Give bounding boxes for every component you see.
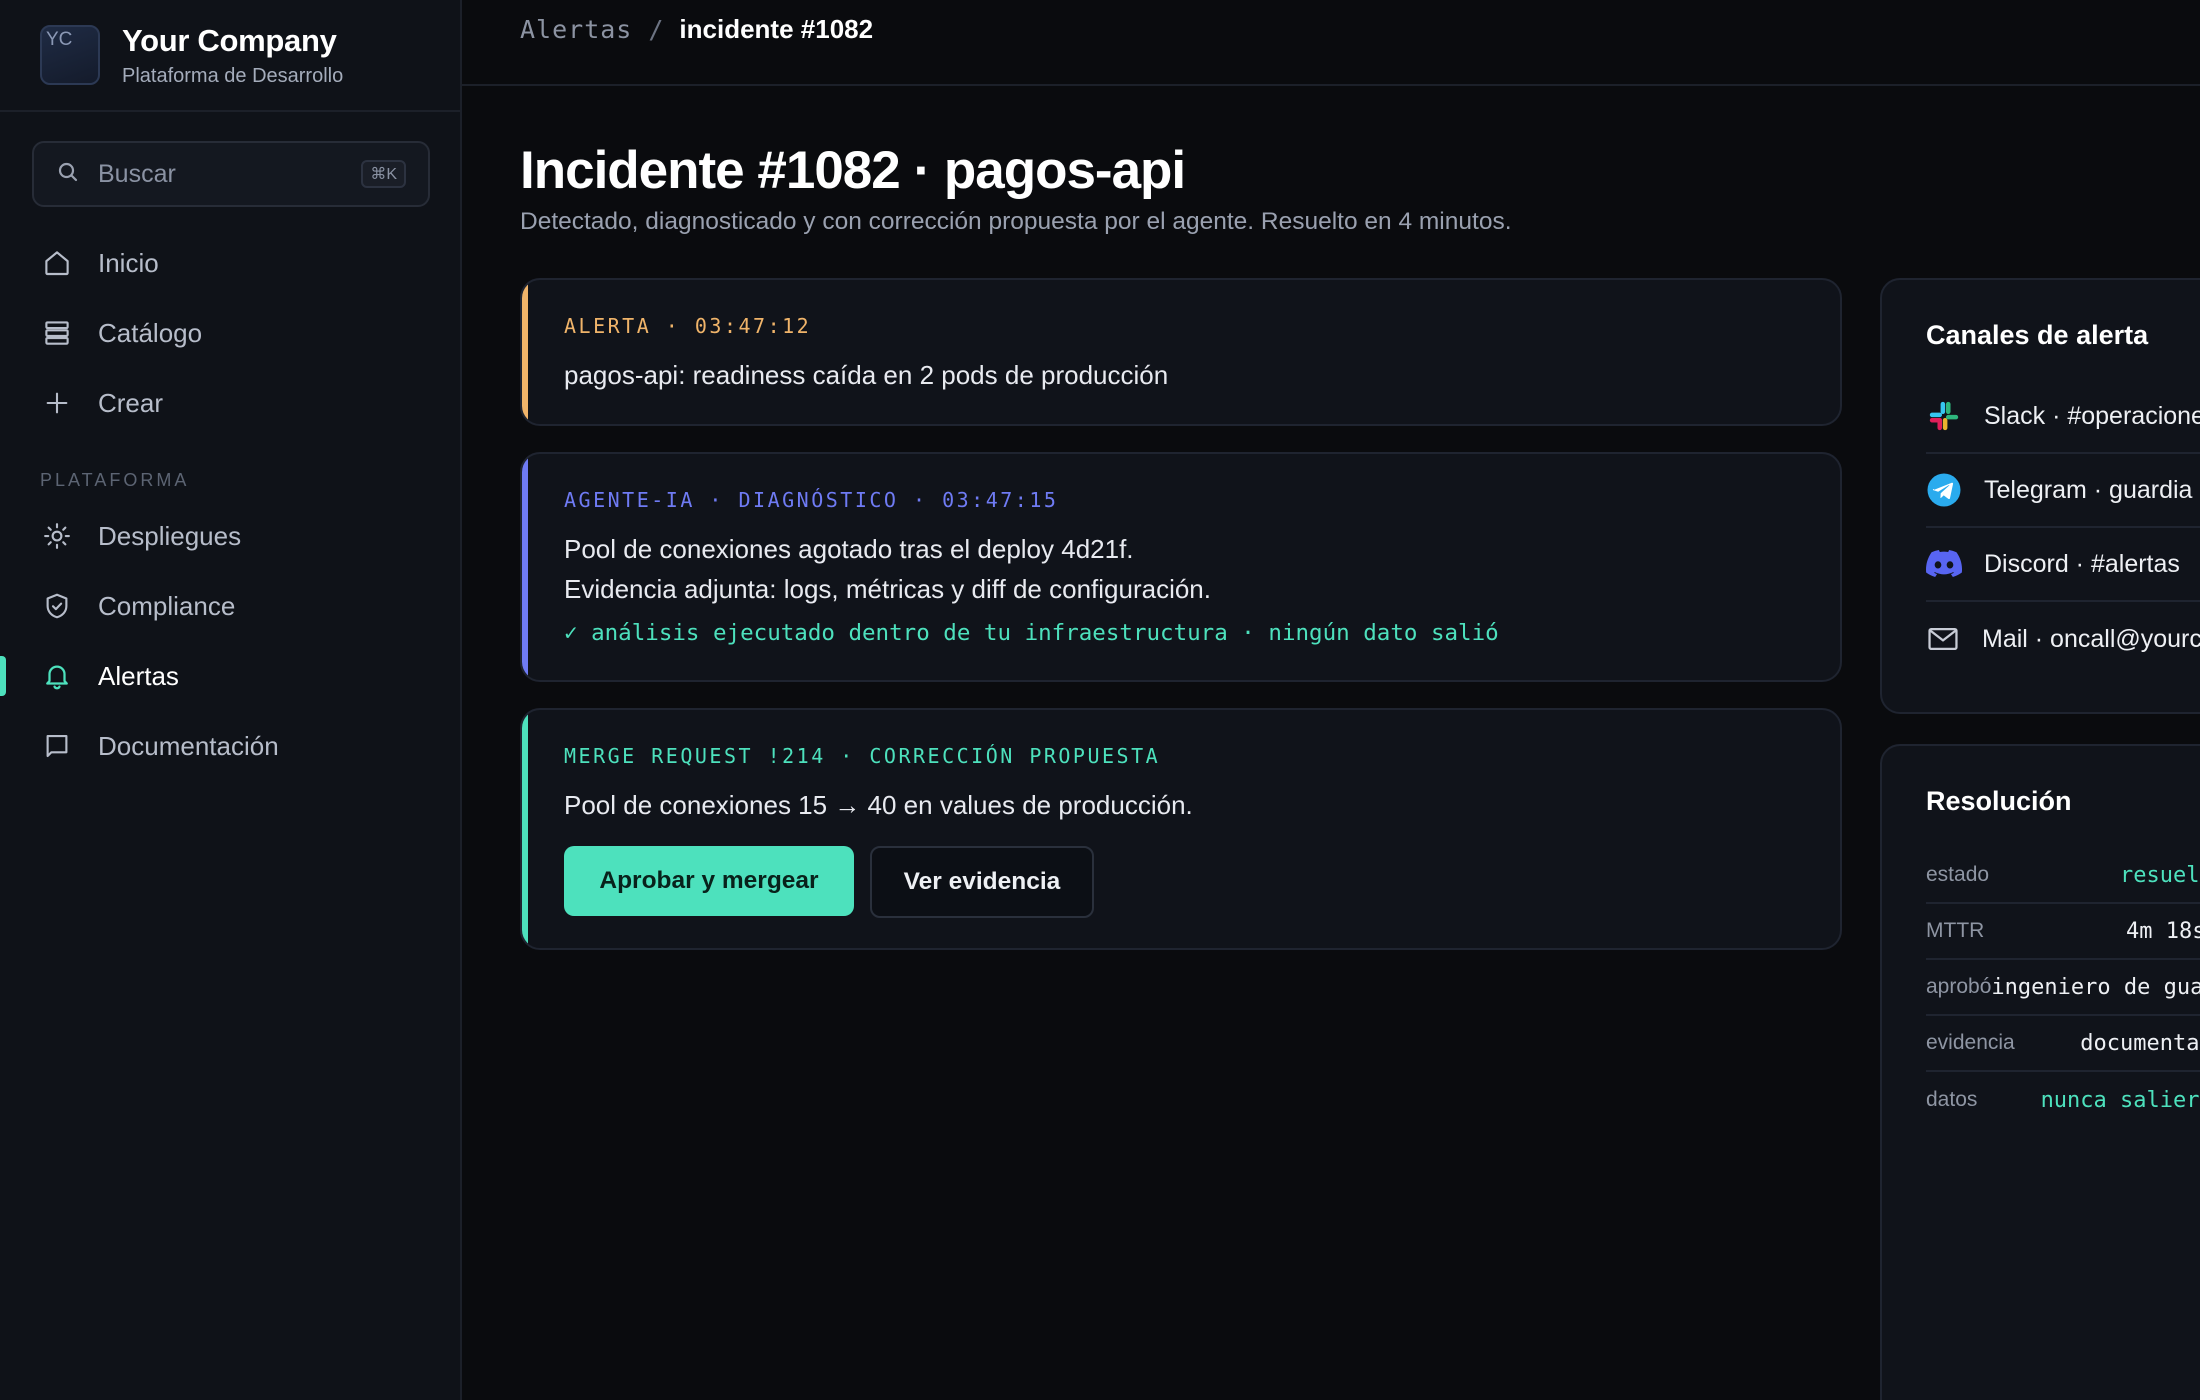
sidebar-item-documentacion[interactable]: Documentación	[0, 711, 460, 781]
channel-mail[interactable]: Mail · oncall@yourcompany	[1926, 602, 2200, 676]
slack-icon	[1926, 398, 1962, 434]
sidebar-item-label: Compliance	[98, 590, 236, 621]
resolution-value: documentada	[2080, 1030, 2200, 1056]
resolution-key: evidencia	[1926, 1031, 2015, 1054]
alert-kicker: ALERTA · 03:47:12	[564, 314, 812, 338]
alert-channels-title: Canales de alerta	[1926, 320, 2149, 350]
merge-description: Pool de conexiones 15 → 40 en values de …	[564, 790, 1193, 820]
resolution-row-estado: estado resuelto	[1926, 848, 2200, 904]
breadcrumb-parent-link[interactable]: Alertas	[520, 15, 632, 44]
breadcrumb-separator: /	[648, 14, 664, 44]
company-logo: YC	[40, 25, 100, 85]
breadcrumb-current: incidente #1082	[679, 13, 874, 44]
channel-label: Telegram · guardia	[1984, 475, 2193, 504]
search-shortcut-badge: ⌘K	[361, 160, 406, 188]
page-subtitle: Detectado, diagnosticado y con correcció…	[520, 208, 1512, 235]
resolution-value: resuelto	[2120, 862, 2200, 888]
view-evidence-button[interactable]: Ver evidencia	[870, 846, 1094, 918]
agent-kicker: AGENTE-IA · DIAGNÓSTICO · 03:47:15	[564, 488, 1059, 512]
page-title: Incidente #1082 · pagos-api	[520, 141, 1186, 200]
merge-request-card: MERGE REQUEST !214 · CORRECCIÓN PROPUEST…	[520, 708, 1842, 950]
agent-evidence-line: Evidencia adjunta: logs, métricas y diff…	[564, 574, 1211, 604]
search-input[interactable]: Buscar	[98, 160, 361, 189]
mail-icon	[1926, 621, 1960, 657]
resolution-row-aprobo: aprobó ingeniero de guardia	[1926, 960, 2200, 1016]
resolution-key: estado	[1926, 863, 1990, 886]
resolution-row-evidencia: evidencia documentada	[1926, 1016, 2200, 1072]
sidebar-item-label: Catálogo	[98, 317, 203, 348]
sidebar-item-compliance[interactable]: Compliance	[0, 571, 460, 641]
resolution-value: 4m 18s	[2126, 918, 2200, 944]
channel-slack[interactable]: Slack · #operaciones	[1926, 380, 2200, 454]
breadcrumb: Alertas / incidente #1082	[462, 0, 2200, 86]
resolution-row-mttr: MTTR 4m 18s	[1926, 904, 2200, 960]
sidebar-item-crear[interactable]: Crear	[0, 368, 460, 438]
resolution-panel: Resolución estado resuelto MTTR 4m 18s a…	[1880, 744, 2200, 1400]
agent-diagnosis-line: Pool de conexiones agotado tras el deplo…	[564, 534, 1134, 564]
sidebar-item-despliegues[interactable]: Despliegues	[0, 501, 460, 571]
bell-icon	[40, 659, 74, 693]
channel-label: Mail · oncall@yourcompany	[1982, 624, 2200, 653]
alert-channels-panel: Canales de alerta Slack · #operaciones T…	[1880, 278, 2200, 714]
channel-discord[interactable]: Discord · #alertas	[1926, 528, 2200, 602]
company-subtitle: Plataforma de Desarrollo	[122, 64, 344, 87]
search-box[interactable]: Buscar ⌘K	[32, 141, 430, 207]
sidebar-item-label: Crear	[98, 387, 164, 418]
approve-merge-button[interactable]: Aprobar y mergear	[564, 846, 854, 916]
catalog-icon	[40, 316, 74, 350]
nav-section-label: PLATAFORMA	[40, 470, 190, 490]
agent-diagnosis-card: AGENTE-IA · DIAGNÓSTICO · 03:47:15 Pool …	[520, 452, 1842, 682]
merge-kicker: MERGE REQUEST !214 · CORRECCIÓN PROPUEST…	[564, 744, 1161, 768]
book-icon	[40, 729, 74, 763]
sidebar-nav: Inicio Catálogo Crear PLATAFORMA Desplie…	[0, 228, 460, 781]
sidebar-item-inicio[interactable]: Inicio	[0, 228, 460, 298]
channel-label: Slack · #operaciones	[1984, 401, 2200, 430]
sidebar-item-catalogo[interactable]: Catálogo	[0, 298, 460, 368]
plus-icon	[40, 386, 74, 420]
telegram-icon	[1926, 472, 1962, 508]
shield-icon	[40, 589, 74, 623]
channel-label: Discord · #alertas	[1984, 549, 2180, 578]
resolution-title: Resolución	[1926, 786, 2072, 816]
search-icon	[56, 160, 80, 189]
resolution-value: nunca salieron	[2040, 1087, 2200, 1113]
sidebar-item-label: Inicio	[98, 247, 159, 278]
resolution-key: datos	[1926, 1088, 1978, 1111]
sidebar-item-label: Documentación	[98, 730, 279, 761]
resolution-key: aprobó	[1926, 975, 1992, 998]
home-icon	[40, 246, 74, 280]
agent-privacy-note: ✓ análisis ejecutado dentro de tu infrae…	[564, 620, 1499, 646]
brand-header[interactable]: YC Your Company Plataforma de Desarrollo	[0, 0, 460, 112]
sidebar: YC Your Company Plataforma de Desarrollo…	[0, 0, 462, 1400]
sidebar-item-label: Despliegues	[98, 520, 242, 551]
discord-icon	[1926, 546, 1962, 582]
company-name: Your Company	[122, 22, 337, 58]
company-logo-text: YC	[46, 29, 73, 50]
resolution-value: ingeniero de guardia	[1991, 974, 2200, 1000]
alert-text: pagos-api: readiness caída en 2 pods de …	[564, 360, 1169, 390]
sidebar-item-alertas[interactable]: Alertas	[0, 641, 460, 711]
resolution-key: MTTR	[1926, 919, 1985, 942]
sun-icon	[40, 519, 74, 553]
resolution-row-datos: datos nunca salieron	[1926, 1072, 2200, 1128]
alert-event-card: ALERTA · 03:47:12 pagos-api: readiness c…	[520, 278, 1842, 426]
channel-telegram[interactable]: Telegram · guardia	[1926, 454, 2200, 528]
sidebar-item-label: Alertas	[98, 660, 179, 691]
